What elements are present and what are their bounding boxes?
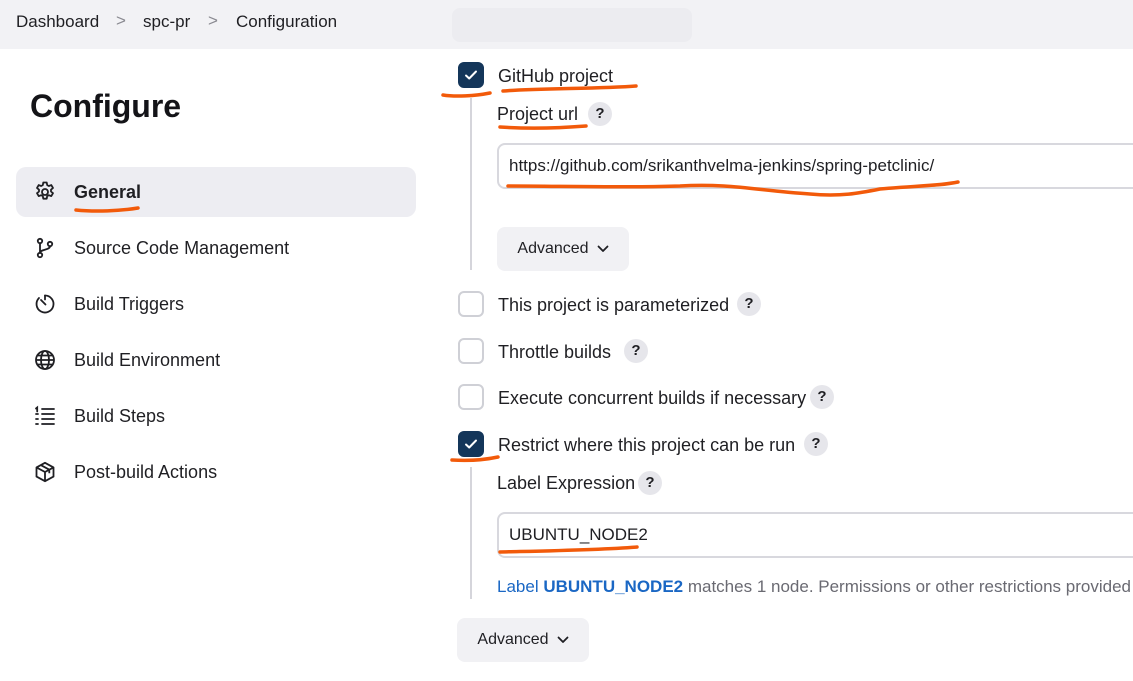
- github-project-label: GitHub project: [498, 66, 614, 86]
- restrict-where-run-checkbox[interactable]: [458, 431, 484, 457]
- label-expression-input[interactable]: [497, 512, 1133, 558]
- page-title: Configure: [30, 88, 182, 124]
- concurrent-builds-checkbox[interactable]: [458, 384, 484, 410]
- sidebar-item-general[interactable]: General: [16, 167, 416, 217]
- chevron-down-icon: [597, 245, 608, 252]
- breadcrumb-separator-icon: >: [116, 11, 126, 30]
- advanced-button-label: Advanced: [517, 240, 589, 257]
- sidebar-item-label: Build Environment: [74, 350, 221, 370]
- sidebar-item-label: Build Steps: [74, 406, 166, 426]
- sidebar-item-label: Source Code Management: [74, 238, 290, 258]
- throttle-builds-label: Throttle builds: [498, 342, 612, 362]
- checkmark-icon: [465, 439, 477, 449]
- parameterized-checkbox[interactable]: [458, 291, 484, 317]
- nested-section-line: [470, 467, 472, 599]
- help-icon[interactable]: ?: [810, 385, 834, 409]
- breadcrumb: Dashboard > spc-pr > Configuration: [0, 0, 1133, 49]
- breadcrumb-spc-pr[interactable]: spc-pr: [143, 12, 190, 32]
- label-link[interactable]: Label UBUNTU_NODE2: [497, 577, 683, 596]
- breadcrumb-separator-icon: >: [208, 11, 218, 30]
- list-icon: [35, 405, 55, 425]
- label-link-name: UBUNTU_NODE2: [543, 577, 684, 596]
- breadcrumb-dashboard[interactable]: Dashboard: [16, 12, 99, 32]
- sidebar-item-label: Post-build Actions: [74, 462, 218, 482]
- label-link-prefix: Label: [497, 577, 544, 596]
- restrict-where-run-label: Restrict where this project can be run: [498, 435, 796, 455]
- sidebar-item-source-code-management[interactable]: Source Code Management: [16, 223, 416, 273]
- help-icon[interactable]: ?: [804, 432, 828, 456]
- underline-project-url: [498, 124, 588, 130]
- help-icon[interactable]: ?: [588, 102, 612, 126]
- label-match-info: Label UBUNTU_NODE2 matches 1 node. Permi…: [497, 577, 1131, 597]
- underline-github-checkbox: [441, 91, 492, 98]
- concurrent-builds-label: Execute concurrent builds if necessary: [498, 388, 807, 408]
- advanced-button[interactable]: Advanced: [457, 618, 589, 662]
- branch-icon: [36, 237, 54, 259]
- nested-section-line: [470, 98, 472, 270]
- help-icon[interactable]: ?: [737, 292, 761, 316]
- package-icon: [35, 461, 55, 483]
- header-placeholder-bar: [452, 8, 692, 42]
- advanced-button[interactable]: Advanced: [497, 227, 629, 271]
- help-icon[interactable]: ?: [624, 339, 648, 363]
- throttle-builds-checkbox[interactable]: [458, 338, 484, 364]
- underline-restrict-checkbox: [450, 455, 500, 463]
- sidebar-item-build-steps[interactable]: Build Steps: [16, 391, 416, 441]
- label-match-text: matches 1 node. Permissions or other res…: [683, 577, 1131, 596]
- sidebar-item-build-environment[interactable]: Build Environment: [16, 335, 416, 385]
- sidebar-item-build-triggers[interactable]: Build Triggers: [16, 279, 416, 329]
- sidebar-item-label: General: [74, 182, 142, 202]
- project-url-input[interactable]: [497, 143, 1133, 189]
- label-expression-label: Label Expression: [497, 473, 636, 493]
- gear-icon: [36, 181, 54, 200]
- help-icon[interactable]: ?: [638, 471, 662, 495]
- project-url-label: Project url: [497, 104, 579, 124]
- parameterized-label: This project is parameterized: [498, 295, 730, 315]
- globe-icon: [35, 350, 55, 370]
- sidebar-item-post-build-actions[interactable]: Post-build Actions: [16, 447, 416, 497]
- breadcrumb-configuration: Configuration: [236, 12, 338, 31]
- github-project-checkbox[interactable]: [458, 62, 484, 88]
- chevron-down-icon: [557, 636, 568, 643]
- timer-icon: [35, 294, 55, 314]
- advanced-button-label: Advanced: [477, 631, 549, 648]
- checkmark-icon: [465, 70, 477, 80]
- sidebar-item-label: Build Triggers: [74, 294, 185, 314]
